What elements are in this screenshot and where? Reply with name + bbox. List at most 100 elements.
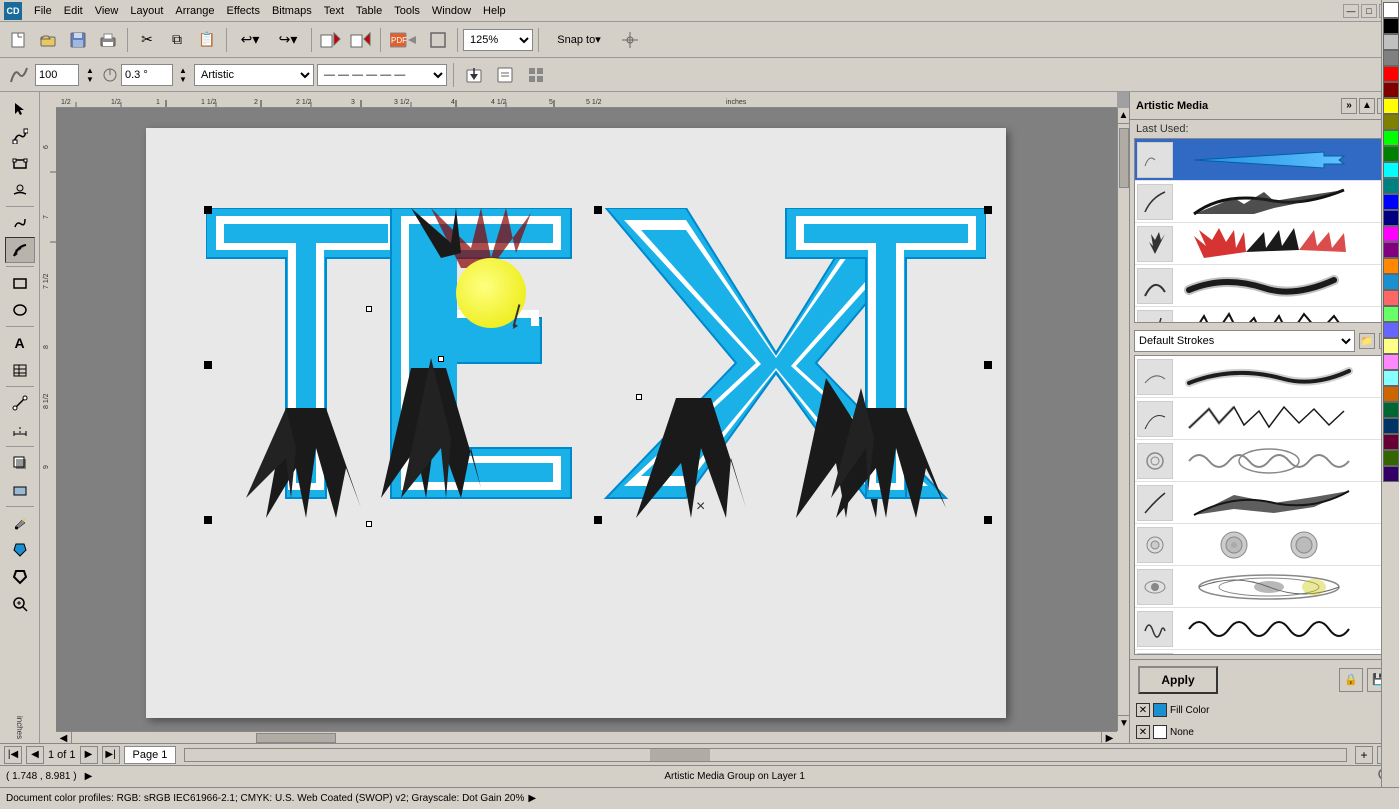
swatch-forestgreen[interactable] [1383, 402, 1399, 418]
stroke-item-2[interactable] [1135, 181, 1382, 223]
menu-window[interactable]: Window [426, 3, 477, 19]
save-button[interactable] [64, 26, 92, 54]
tool-drop-shadow[interactable] [5, 450, 35, 476]
new-button[interactable] [4, 26, 32, 54]
scroll-thumb-vertical[interactable] [1119, 128, 1129, 188]
tool-rectangle[interactable] [5, 270, 35, 296]
tool-table[interactable] [5, 357, 35, 383]
tool-ellipse[interactable] [5, 297, 35, 323]
stroke-item-5[interactable] [1135, 307, 1382, 323]
print-button[interactable] [94, 26, 122, 54]
swatch-lightgreen[interactable] [1383, 306, 1399, 322]
stroke-item-3[interactable] [1135, 223, 1382, 265]
page-last-button[interactable]: ▶| [102, 746, 120, 764]
swatch-black[interactable] [1383, 18, 1399, 34]
swatch-lightblue[interactable] [1383, 274, 1399, 290]
export-button[interactable] [347, 26, 375, 54]
swatch-navyblue[interactable] [1383, 418, 1399, 434]
tool-artistic-media[interactable] [5, 237, 35, 263]
tool-text[interactable]: A [5, 330, 35, 356]
strokes-category-dropdown[interactable]: Default Strokes [1134, 330, 1355, 352]
navigator-button[interactable] [616, 26, 644, 54]
cut-button[interactable]: ✂ [133, 26, 161, 54]
selection-handle-bc[interactable] [594, 516, 602, 524]
menu-help[interactable]: Help [477, 3, 512, 19]
swatch-magenta[interactable] [1383, 226, 1399, 242]
tool-dimension[interactable] [5, 417, 35, 443]
size-spinner[interactable]: ▲▼ [82, 61, 98, 89]
load-preset-button[interactable] [491, 61, 519, 89]
swatch-darkgreen2[interactable] [1383, 450, 1399, 466]
default-stroke-item-6[interactable] [1135, 566, 1382, 608]
node-x[interactable] [636, 394, 642, 400]
default-stroke-item-7[interactable] [1135, 608, 1382, 650]
snap-to-button[interactable]: Snap to ▾ [544, 26, 614, 54]
style-dropdown[interactable]: Artistic [194, 64, 314, 86]
status-arrow[interactable]: ▶ [85, 771, 93, 782]
default-stroke-item-2[interactable] [1135, 398, 1382, 440]
default-stroke-item-3[interactable] [1135, 440, 1382, 482]
default-stroke-item-8[interactable] [1135, 650, 1382, 655]
swatch-gray1[interactable] [1383, 34, 1399, 50]
swatch-green[interactable] [1383, 130, 1399, 146]
swatch-red[interactable] [1383, 66, 1399, 82]
line-style-dropdown[interactable]: — — — — — — [317, 64, 447, 86]
menu-effects[interactable]: Effects [221, 3, 266, 19]
maximize-button[interactable]: □ [1361, 4, 1377, 18]
page-scroll-thumb[interactable] [650, 749, 710, 761]
swatch-darkblue[interactable] [1383, 210, 1399, 226]
swatch-olive[interactable] [1383, 114, 1399, 130]
swatch-brown[interactable] [1383, 386, 1399, 402]
panel-browse-button[interactable]: 📁 [1359, 333, 1375, 349]
menu-edit[interactable]: Edit [58, 3, 89, 19]
swatch-yellow[interactable] [1383, 98, 1399, 114]
menu-table[interactable]: Table [350, 3, 388, 19]
lock-button[interactable]: 🔒 [1339, 668, 1363, 692]
copy-button[interactable]: ⧉ [163, 26, 191, 54]
tool-shape[interactable] [5, 150, 35, 176]
selection-handle-tr[interactable] [984, 206, 992, 214]
import-button[interactable] [317, 26, 345, 54]
selection-handle-tl[interactable] [204, 206, 212, 214]
minimize-button[interactable]: — [1343, 4, 1359, 18]
default-stroke-item-4[interactable] [1135, 482, 1382, 524]
tool-select[interactable] [5, 96, 35, 122]
redo-button[interactable]: ↪▾ [270, 26, 306, 54]
swatch-gray2[interactable] [1383, 50, 1399, 66]
swatch-lightred[interactable] [1383, 290, 1399, 306]
tool-fill[interactable] [5, 537, 35, 563]
menu-arrange[interactable]: Arrange [169, 3, 220, 19]
swatch-teal[interactable] [1383, 178, 1399, 194]
tool-eyedropper[interactable] [5, 510, 35, 536]
node-e[interactable] [438, 356, 444, 362]
zoom-in-button[interactable]: + [1355, 746, 1373, 764]
default-stroke-item-1[interactable] [1135, 356, 1382, 398]
menu-text[interactable]: Text [318, 3, 350, 19]
menu-layout[interactable]: Layout [124, 3, 169, 19]
page-scrollbar-h[interactable] [184, 748, 1347, 762]
canvas-viewport[interactable]: × [56, 108, 1117, 731]
paste-button[interactable]: 📋 [193, 26, 221, 54]
view-options-button[interactable] [522, 61, 550, 89]
scroll-thumb-horizontal[interactable] [256, 733, 336, 743]
node-t[interactable] [366, 306, 372, 312]
swatch-lightyellow[interactable] [1383, 338, 1399, 354]
swatch-darkred[interactable] [1383, 82, 1399, 98]
selection-handle-ml[interactable] [204, 361, 212, 369]
swatch-darkgreen[interactable] [1383, 146, 1399, 162]
page-prev-button[interactable]: ◀ [26, 746, 44, 764]
menu-tools[interactable]: Tools [388, 3, 426, 19]
swatch-indigo[interactable] [1383, 466, 1399, 482]
stroke-item-4[interactable] [1135, 265, 1382, 307]
angle-spinner[interactable]: ▲▼ [175, 61, 191, 89]
swatch-cyan[interactable] [1383, 162, 1399, 178]
stroke-item-1[interactable] [1135, 139, 1382, 181]
page-tab-1[interactable]: Page 1 [124, 746, 177, 764]
profile-arrow[interactable]: ▶ [528, 793, 536, 804]
brush-size-input[interactable] [35, 64, 79, 86]
page-first-button[interactable]: |◀ [4, 746, 22, 764]
publish-button[interactable]: PDF [386, 26, 422, 54]
menu-file[interactable]: File [28, 3, 58, 19]
tool-smear[interactable] [5, 177, 35, 203]
swatch-purple[interactable] [1383, 242, 1399, 258]
